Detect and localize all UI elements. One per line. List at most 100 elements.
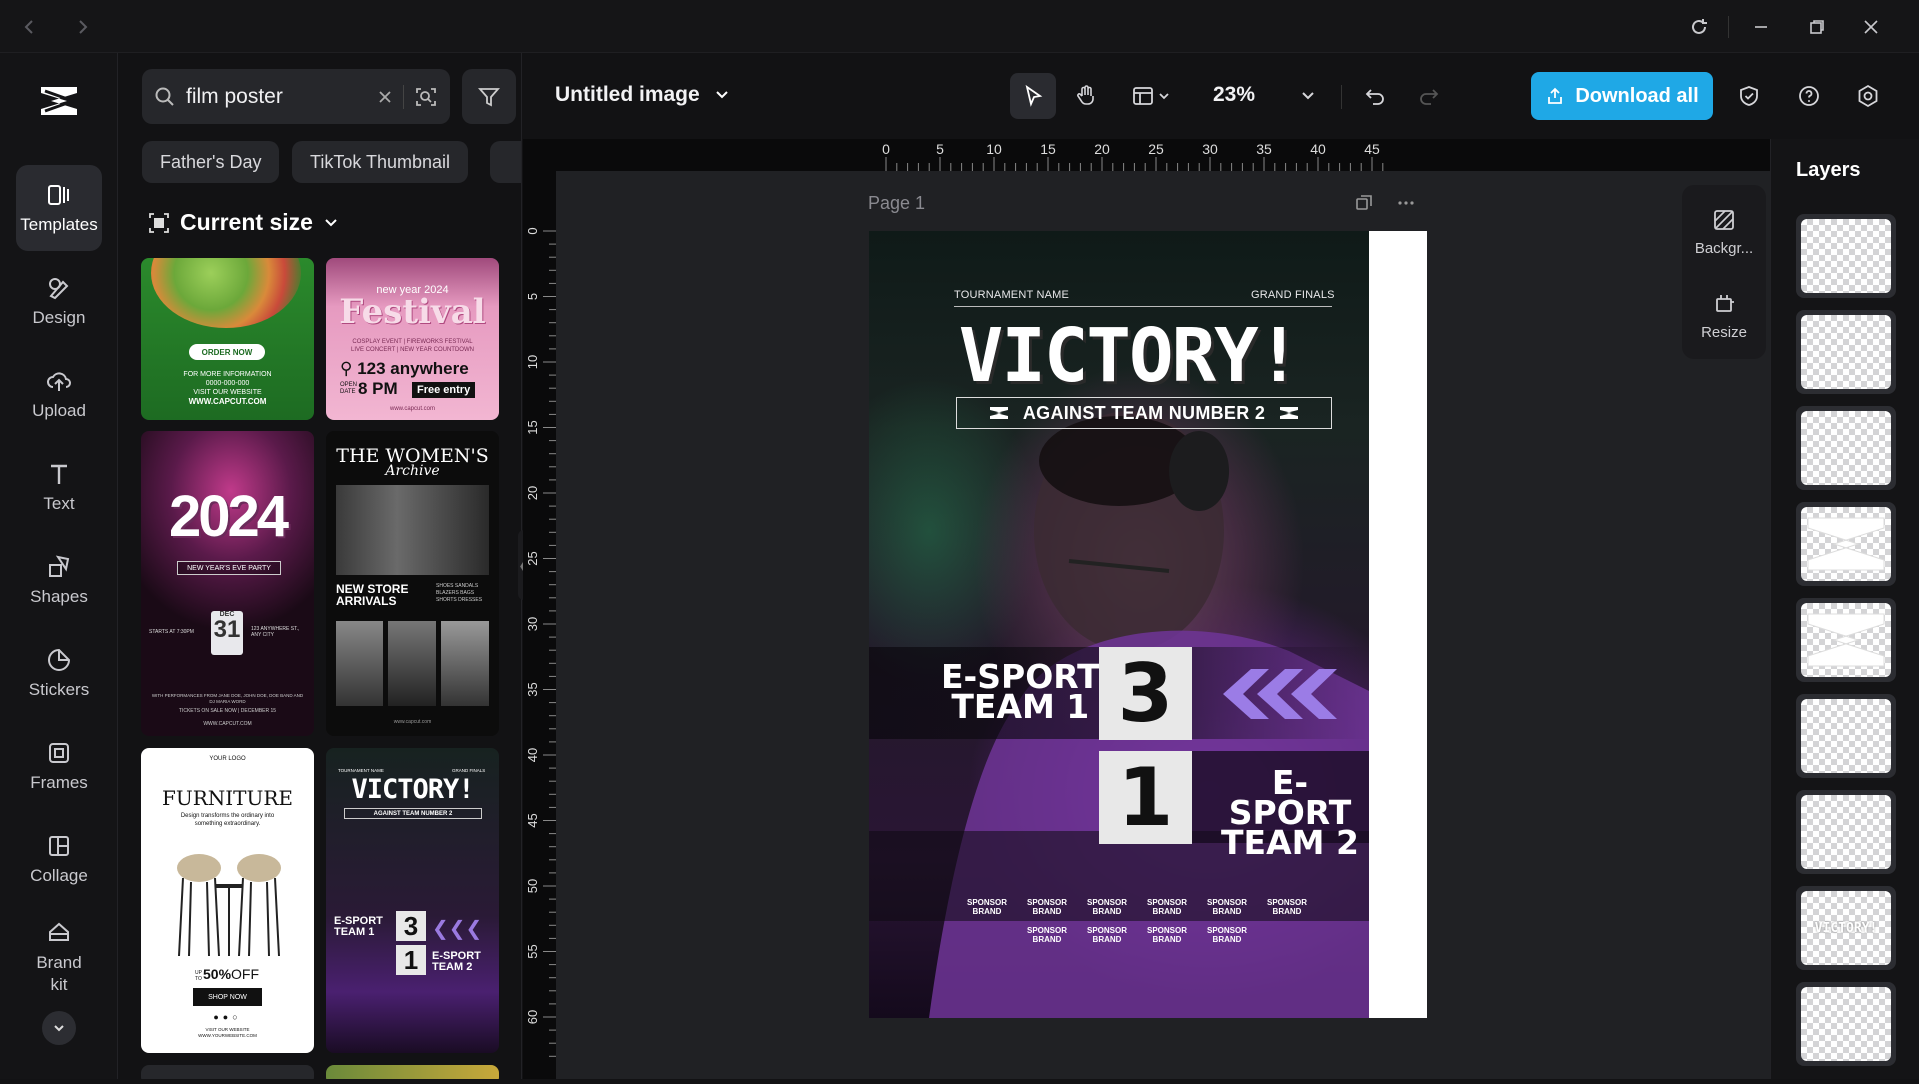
download-label: Download all: [1575, 84, 1699, 107]
festival-sub1: COSPLAY EVENT | FIREWORKS FESTIVAL: [352, 339, 473, 345]
template-food-card[interactable]: ORDER NOW FOR MORE INFORMATION 0000-000-…: [141, 258, 314, 420]
victory-title[interactable]: VICTORY!: [939, 313, 1319, 399]
search-input[interactable]: film poster: [186, 85, 367, 109]
help-button[interactable]: [1786, 73, 1832, 119]
layer-item[interactable]: [1796, 694, 1896, 778]
festival-free: Free entry: [412, 382, 476, 398]
settings-button[interactable]: [1845, 73, 1891, 119]
tournament-name[interactable]: TOURNAMENT NAME: [954, 289, 1069, 301]
chip-partial[interactable]: [490, 141, 521, 183]
restore-icon[interactable]: [1800, 10, 1834, 44]
team2-line1: E-SPORT: [1228, 763, 1352, 832]
mini-score2: 1: [396, 945, 426, 975]
festival-title: Festival: [339, 292, 486, 332]
nav-frames[interactable]: Frames: [16, 723, 102, 809]
design-icon: [49, 278, 69, 300]
capcut-logo-icon: [989, 407, 1008, 419]
layer-item[interactable]: [1796, 982, 1896, 1066]
grand-finals[interactable]: GRAND FINALS: [1251, 289, 1335, 301]
undo-button[interactable]: [1352, 73, 1398, 119]
nav-brand-kit[interactable]: Brand kit: [16, 909, 102, 1005]
chevrons-left-icon: [1223, 669, 1337, 719]
chip-tiktok-thumbnail[interactable]: TikTok Thumbnail: [292, 141, 469, 183]
zoom-level[interactable]: 23%: [1213, 83, 1255, 107]
filter-button[interactable]: [462, 69, 516, 124]
sponsor-grid[interactable]: SPONSOR BRAND SPONSOR BRAND SPONSOR BRAND S…: [957, 898, 1317, 944]
template-victory-card[interactable]: TOURNAMENT NAME GRAND FINALS VICTORY! AG…: [326, 748, 499, 1053]
layout-dropdown[interactable]: [1123, 73, 1179, 119]
template-party-card[interactable]: 2024 NEW YEAR'S EVE PARTY DEC 31 STARTS …: [141, 431, 314, 736]
layer-item[interactable]: [1796, 790, 1896, 874]
nav-label: Shapes: [30, 587, 88, 606]
layer-thumbnail: [1801, 699, 1891, 773]
chip-fathers-day[interactable]: Father's Day: [142, 141, 280, 183]
forward-icon[interactable]: [66, 10, 100, 44]
womens-arrivals: NEW STORE ARRIVALS: [336, 582, 409, 608]
food-url: WWW.CAPCUT.COM: [188, 397, 267, 406]
layer-item[interactable]: [1796, 214, 1896, 298]
canvas-area[interactable]: Page 1 TOURNAMENT NAME GRAND FINALS VICT…: [556, 171, 1770, 1079]
nav-collage[interactable]: Collage: [16, 816, 102, 902]
ruler-label: 25: [1148, 141, 1164, 157]
select-tool-button[interactable]: [1010, 73, 1056, 119]
nav-design[interactable]: Design: [16, 258, 102, 344]
image-search-icon[interactable]: [414, 85, 438, 109]
clear-icon[interactable]: [377, 89, 393, 105]
layout-icon: [1133, 87, 1153, 105]
ruler-label: 20: [1094, 141, 1110, 157]
ruler-top-ticks: 0 5 10 15 20 25 30 35 40 45: [882, 141, 1384, 171]
template-furniture-card[interactable]: YOUR LOGO FURNITURE Design transforms th…: [141, 748, 314, 1053]
nav-stickers[interactable]: Stickers: [16, 630, 102, 716]
layer-thumbnail: VICTORY!: [1801, 891, 1891, 965]
ruler-label: 40: [525, 748, 540, 762]
layer-item[interactable]: VICTORY!: [1796, 886, 1896, 970]
food-info: FOR MORE INFORMATION 0000-000-000 VISIT …: [141, 370, 314, 406]
duplicate-page-icon[interactable]: [1354, 193, 1374, 213]
team1-label[interactable]: E-SPORT TEAM 1: [941, 660, 1100, 723]
redo-button[interactable]: [1406, 73, 1452, 119]
sponsor-brand: SPONSOR BRAND: [1146, 926, 1187, 944]
party-url: WWW.CAPCUT.COM: [203, 721, 252, 727]
poster-page[interactable]: TOURNAMENT NAME GRAND FINALS VICTORY! AG…: [869, 231, 1427, 1018]
template-partial-card[interactable]: [326, 1065, 499, 1079]
resize-button[interactable]: Resize: [1682, 279, 1766, 353]
background-button[interactable]: Backgr...: [1682, 195, 1766, 269]
nav-text[interactable]: Text: [16, 444, 102, 530]
nav-templates[interactable]: Templates: [16, 165, 102, 251]
close-icon[interactable]: [1854, 10, 1888, 44]
layer-item[interactable]: [1796, 502, 1896, 586]
layer-item[interactable]: [1796, 310, 1896, 394]
against-text: AGAINST TEAM NUMBER 2: [1022, 402, 1266, 423]
title-bar: [0, 0, 1919, 53]
template-festival-card[interactable]: new year 2024 Festival COSPLAY EVENT | F…: [326, 258, 499, 420]
hand-tool-button[interactable]: [1063, 73, 1109, 119]
layers-title: Layers: [1796, 159, 1861, 181]
against-banner[interactable]: AGAINST TEAM NUMBER 2: [956, 397, 1332, 429]
zoom-dropdown[interactable]: [1285, 73, 1331, 119]
download-all-button[interactable]: Download all: [1531, 72, 1713, 120]
shield-button[interactable]: [1726, 73, 1772, 119]
layer-item[interactable]: [1796, 598, 1896, 682]
more-icon[interactable]: [1396, 193, 1416, 213]
team2-label[interactable]: E-SPORT TEAM 2: [1211, 763, 1369, 859]
party-right: 123 ANYWHERE ST., ANY CITY: [251, 626, 300, 638]
minimize-icon[interactable]: [1744, 10, 1778, 44]
templates-panel: film poster Father's Day TikTok Thumbnai…: [118, 53, 522, 1079]
score-team1[interactable]: 3: [1099, 647, 1192, 740]
template-partial-card[interactable]: [141, 1065, 314, 1079]
nav-more-button[interactable]: [42, 1011, 76, 1045]
current-size-dropdown[interactable]: Current size: [148, 209, 339, 236]
refresh-icon[interactable]: [1682, 10, 1716, 44]
nav-upload[interactable]: Upload: [16, 351, 102, 437]
layer-thumbnail: [1801, 315, 1891, 389]
frames-icon: [49, 743, 69, 763]
template-womens-card[interactable]: THE WOMEN'S Archive NEW STORE ARRIVALS S…: [326, 431, 499, 736]
document-title-dropdown[interactable]: Untitled image: [555, 83, 730, 107]
furniture-shop-now: SHOP NOW: [193, 988, 262, 1006]
search-box[interactable]: film poster: [142, 69, 450, 124]
back-icon[interactable]: [12, 10, 46, 44]
poster-image[interactable]: TOURNAMENT NAME GRAND FINALS VICTORY! AG…: [869, 231, 1369, 1018]
nav-shapes[interactable]: Shapes: [16, 537, 102, 623]
score-team2[interactable]: 1: [1099, 751, 1192, 844]
layer-item[interactable]: [1796, 406, 1896, 490]
